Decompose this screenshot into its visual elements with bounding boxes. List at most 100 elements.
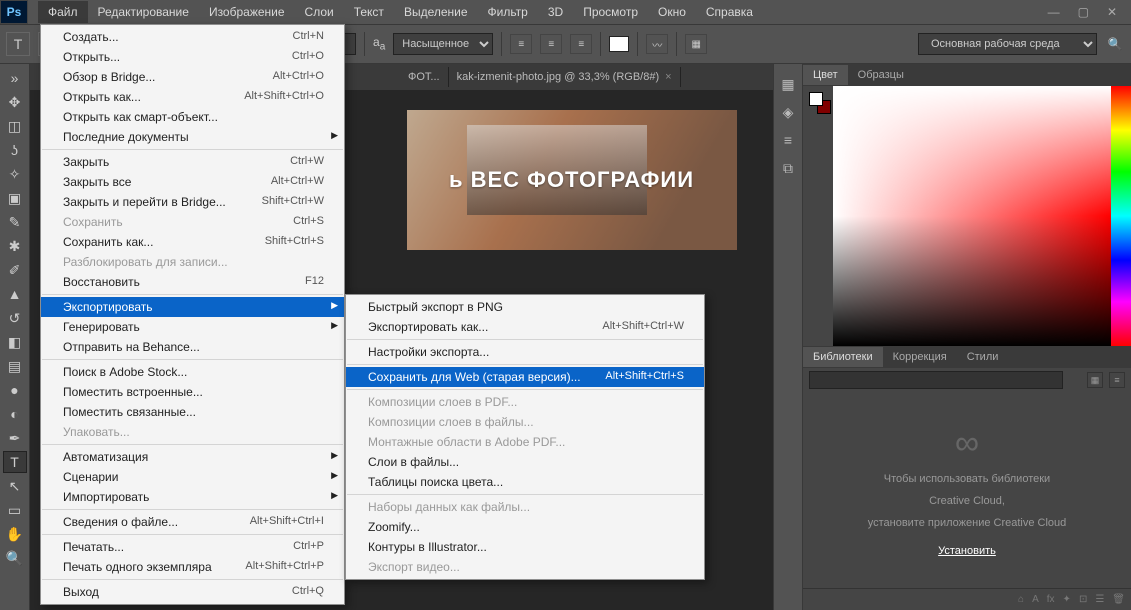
menu-item-печатать-[interactable]: Печатать...Ctrl+P xyxy=(41,537,344,557)
fg-color-swatch[interactable] xyxy=(809,92,823,106)
menu-окно[interactable]: Окно xyxy=(648,1,696,23)
footer-icon[interactable]: fx xyxy=(1047,594,1055,605)
menu-item-генерировать[interactable]: Генерировать▶ xyxy=(41,317,344,337)
menu-item-сохранить-для-web-(старая-версия)-[interactable]: Сохранить для Web (старая версия)...Alt+… xyxy=(346,367,704,387)
menu-item-закрыть-и-перейти-в-bridge-[interactable]: Закрыть и перейти в Bridge...Shift+Ctrl+… xyxy=(41,192,344,212)
menu-item-закрыть[interactable]: ЗакрытьCtrl+W xyxy=(41,152,344,172)
panel-tab-библиотеки[interactable]: Библиотеки xyxy=(803,347,883,367)
panel-tab-образцы[interactable]: Образцы xyxy=(848,65,914,85)
brush-tool[interactable]: ✐ xyxy=(3,259,27,281)
menu-выделение[interactable]: Выделение xyxy=(394,1,478,23)
eyedropper-tool[interactable]: ✎ xyxy=(3,211,27,233)
menu-item-сохранить-как-[interactable]: Сохранить как...Shift+Ctrl+S xyxy=(41,232,344,252)
footer-icon[interactable]: ☰ xyxy=(1095,594,1104,605)
footer-icon[interactable]: A xyxy=(1032,594,1039,605)
panel-toggle-button[interactable]: ▦ xyxy=(685,34,707,54)
wand-tool[interactable]: ✧ xyxy=(3,163,27,185)
menu-item-открыть-как-[interactable]: Открыть как...Alt+Shift+Ctrl+O xyxy=(41,87,344,107)
menu-текст[interactable]: Текст xyxy=(344,1,394,23)
install-link[interactable]: Установить xyxy=(938,545,996,557)
menu-item-импортировать[interactable]: Импортировать▶ xyxy=(41,487,344,507)
align-center-button[interactable]: ≡ xyxy=(540,34,562,54)
color-field[interactable] xyxy=(833,86,1111,346)
panel-tab-цвет[interactable]: Цвет xyxy=(803,65,848,85)
menu-item-сценарии[interactable]: Сценарии▶ xyxy=(41,467,344,487)
menu-item-печать-одного-экземпляра[interactable]: Печать одного экземпляраAlt+Shift+Ctrl+P xyxy=(41,557,344,577)
properties-panel-icon[interactable]: ◈ xyxy=(778,102,798,122)
menu-item-сведения-о-файле-[interactable]: Сведения о файле...Alt+Shift+Ctrl+I xyxy=(41,512,344,532)
zoom-tool[interactable]: 🔍 xyxy=(3,547,27,569)
menu-item-поиск-в-adobe-stock-[interactable]: Поиск в Adobe Stock... xyxy=(41,362,344,382)
menu-item-последние-документы[interactable]: Последние документы▶ xyxy=(41,127,344,147)
menu-изображение[interactable]: Изображение xyxy=(199,1,295,23)
hand-tool[interactable]: ✋ xyxy=(3,523,27,545)
layers-panel-icon[interactable]: ⧉ xyxy=(778,158,798,178)
menu-item-быстрый-экспорт-в-png[interactable]: Быстрый экспорт в PNG xyxy=(346,297,704,317)
menu-item-zoomify-[interactable]: Zoomify... xyxy=(346,517,704,537)
text-color-swatch[interactable] xyxy=(609,36,629,52)
minimize-icon[interactable]: — xyxy=(1048,5,1060,19)
close-icon[interactable]: ✕ xyxy=(1107,5,1117,19)
menu-справка[interactable]: Справка xyxy=(696,1,763,23)
menu-item-выход[interactable]: ВыходCtrl+Q xyxy=(41,582,344,602)
list-view-button[interactable]: ≡ xyxy=(1109,372,1125,388)
history-panel-icon[interactable]: ▦ xyxy=(778,74,798,94)
document-canvas[interactable]: ь ВЕС ФОТОГРАФИИ xyxy=(407,110,737,250)
menu-item-создать-[interactable]: Создать...Ctrl+N xyxy=(41,27,344,47)
menu-item-отправить-на-behance-[interactable]: Отправить на Behance... xyxy=(41,337,344,357)
menu-item-восстановить[interactable]: ВосстановитьF12 xyxy=(41,272,344,292)
type-tool[interactable]: T xyxy=(3,451,27,473)
menu-item-открыть-[interactable]: Открыть...Ctrl+O xyxy=(41,47,344,67)
menu-фильтр[interactable]: Фильтр xyxy=(478,1,538,23)
panel-tab-коррекция[interactable]: Коррекция xyxy=(883,347,957,367)
align-left-button[interactable]: ≡ xyxy=(510,34,532,54)
footer-icon[interactable]: ✦ xyxy=(1063,594,1071,605)
menu-item-закрыть-все[interactable]: Закрыть всеAlt+Ctrl+W xyxy=(41,172,344,192)
hue-slider[interactable] xyxy=(1111,86,1131,346)
menu-item-таблицы-поиска-цвета-[interactable]: Таблицы поиска цвета... xyxy=(346,472,704,492)
menu-item-экспортировать[interactable]: Экспортировать▶ xyxy=(41,297,344,317)
pen-tool[interactable]: ✒ xyxy=(3,427,27,449)
menu-item-настройки-экспорта-[interactable]: Настройки экспорта... xyxy=(346,342,704,362)
tool-preset-icon[interactable]: T xyxy=(6,32,30,56)
menu-3d[interactable]: 3D xyxy=(538,1,573,23)
expand-icon[interactable]: » xyxy=(3,67,27,89)
dodge-tool[interactable]: ◐ xyxy=(3,403,27,425)
stamp-tool[interactable]: ▲ xyxy=(3,283,27,305)
crop-tool[interactable]: ▣ xyxy=(3,187,27,209)
menu-item-экспортировать-как-[interactable]: Экспортировать как...Alt+Shift+Ctrl+W xyxy=(346,317,704,337)
library-search-input[interactable] xyxy=(809,371,1063,389)
gradient-tool[interactable]: ▤ xyxy=(3,355,27,377)
maximize-icon[interactable]: ▢ xyxy=(1078,5,1089,19)
document-tab[interactable]: ФОТ... xyxy=(400,67,449,87)
search-icon[interactable]: 🔍 xyxy=(1105,37,1125,51)
menu-файл[interactable]: Файл xyxy=(38,1,88,23)
workspace-select[interactable]: Основная рабочая среда xyxy=(918,33,1097,55)
menu-item-контуры-в-illustrator-[interactable]: Контуры в Illustrator... xyxy=(346,537,704,557)
path-tool[interactable]: ↖ xyxy=(3,475,27,497)
align-right-button[interactable]: ≡ xyxy=(570,34,592,54)
menu-item-автоматизация[interactable]: Автоматизация▶ xyxy=(41,447,344,467)
menu-редактирование[interactable]: Редактирование xyxy=(88,1,199,23)
menu-item-поместить-встроенные-[interactable]: Поместить встроенные... xyxy=(41,382,344,402)
menu-item-открыть-как-смарт-объект-[interactable]: Открыть как смарт-объект... xyxy=(41,107,344,127)
menu-просмотр[interactable]: Просмотр xyxy=(573,1,648,23)
document-tab[interactable]: kak-izmenit-photo.jpg @ 33,3% (RGB/8#)× xyxy=(449,67,681,87)
shape-tool[interactable]: ▭ xyxy=(3,499,27,521)
footer-icon[interactable]: ⌂ xyxy=(1018,594,1024,605)
menu-слои[interactable]: Слои xyxy=(295,1,344,23)
close-tab-icon[interactable]: × xyxy=(665,71,671,83)
footer-icon[interactable]: 🗑 xyxy=(1112,594,1125,605)
menu-item-поместить-связанные-[interactable]: Поместить связанные... xyxy=(41,402,344,422)
fg-bg-swatch[interactable] xyxy=(809,92,831,114)
healing-tool[interactable]: ✱ xyxy=(3,235,27,257)
antialias-select[interactable]: Насыщенное xyxy=(393,33,493,55)
footer-icon[interactable]: ⊡ xyxy=(1079,594,1087,605)
menu-item-слои-в-файлы-[interactable]: Слои в файлы... xyxy=(346,452,704,472)
blur-tool[interactable]: ● xyxy=(3,379,27,401)
menu-item-обзор-в-bridge-[interactable]: Обзор в Bridge...Alt+Ctrl+O xyxy=(41,67,344,87)
history-brush-tool[interactable]: ↺ xyxy=(3,307,27,329)
grid-view-button[interactable]: ▦ xyxy=(1087,372,1103,388)
panel-tab-стили[interactable]: Стили xyxy=(957,347,1009,367)
warp-text-button[interactable]: 〰 xyxy=(646,34,668,54)
